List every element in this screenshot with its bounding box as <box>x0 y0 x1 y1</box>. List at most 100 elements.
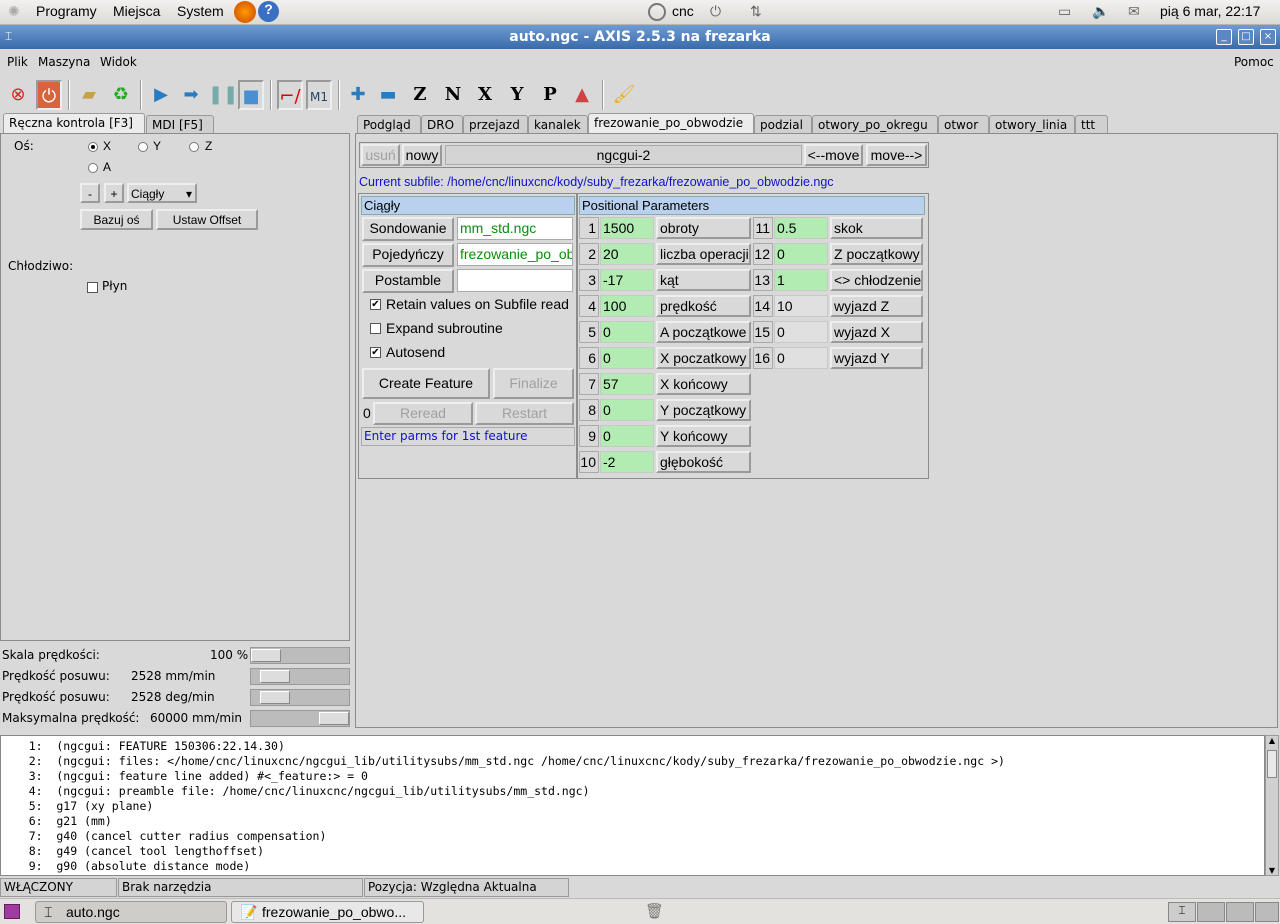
param-value-input[interactable]: -17 <box>600 269 654 291</box>
page-name-field[interactable]: ngcgui-2 <box>445 145 802 165</box>
finalize-button[interactable]: Finalize <box>493 368 574 399</box>
gcode-listing[interactable]: 1: (ngcgui: FEATURE 150306:22.14.30) 2: … <box>0 735 1265 876</box>
reload-icon[interactable]: ♻ <box>108 80 134 110</box>
workspace-3[interactable] <box>1226 902 1254 922</box>
code-scrollbar[interactable]: ▲ ▼ <box>1265 735 1279 876</box>
expand-subroutine-checkbox[interactable] <box>370 323 381 334</box>
angular-jog-slider[interactable] <box>250 689 350 706</box>
shutdown-icon[interactable]: ⏻ <box>710 3 721 20</box>
scroll-thumb[interactable] <box>1267 750 1277 778</box>
new-button[interactable]: nowy <box>402 144 442 166</box>
subfile-button[interactable]: Pojedyńczy <box>362 243 454 267</box>
optional-stop-icon[interactable]: M1 <box>306 80 332 110</box>
updates-icon[interactable]: ⇅ <box>750 3 762 20</box>
workspace-1[interactable]: ⌶ <box>1168 902 1196 922</box>
workspace-2[interactable] <box>1197 902 1225 922</box>
view-z-icon[interactable]: Z <box>407 80 433 110</box>
taskbar-item-editor[interactable]: 📝 frezowanie_po_obwo... <box>231 901 424 923</box>
flood-checkbox[interactable] <box>87 282 98 293</box>
param-value-input[interactable]: 0 <box>600 321 654 343</box>
estop-icon[interactable]: ⊗ <box>5 80 31 110</box>
param-value-input[interactable]: 0 <box>600 399 654 421</box>
step-icon[interactable]: ➡ <box>178 80 204 110</box>
restart-button[interactable]: Restart <box>475 402 574 425</box>
tab-przejazd[interactable]: przejazd <box>463 115 528 134</box>
menu-programy[interactable]: Programy <box>36 3 97 19</box>
pause-icon[interactable]: ❚❚ <box>208 80 238 110</box>
open-icon[interactable]: ▰ <box>76 80 102 110</box>
volume-icon[interactable]: 🔈 <box>1092 3 1109 20</box>
postamble-button[interactable]: Postamble <box>362 269 454 293</box>
touch-off-button[interactable]: Ustaw Offset <box>156 209 258 230</box>
param-value-input[interactable]: -2 <box>600 451 654 473</box>
help-icon[interactable]: ? <box>258 1 279 22</box>
power-icon[interactable]: ⏻ <box>36 80 62 110</box>
tab-otwory-po-okregu[interactable]: otwory_po_okregu <box>812 115 938 134</box>
param-value-input[interactable]: 1500 <box>600 217 654 239</box>
tab-podgl-d[interactable]: Podgląd <box>357 115 421 134</box>
tab-manual[interactable]: Ręczna kontrola [F3] <box>3 113 145 134</box>
show-desktop-icon[interactable] <box>4 904 20 919</box>
app-icon[interactable]: ⌶ <box>5 29 12 44</box>
clock[interactable]: pią 6 mar, 22:17 <box>1160 3 1260 19</box>
menu-maszyna[interactable]: Maszyna <box>38 55 90 69</box>
param-value-input[interactable]: 20 <box>600 243 654 265</box>
jog-speed-slider[interactable] <box>250 668 350 685</box>
preamble-file-input[interactable]: mm_std.ngc <box>457 217 573 240</box>
menu-widok[interactable]: Widok <box>100 55 137 69</box>
mail-icon[interactable]: ✉ <box>1128 3 1140 20</box>
jog-plus-button[interactable]: + <box>104 183 124 203</box>
param-value-input[interactable]: 10 <box>774 295 828 317</box>
maximize-button[interactable]: □ <box>1238 29 1254 45</box>
create-feature-button[interactable]: Create Feature <box>362 368 490 399</box>
jog-minus-button[interactable]: - <box>80 183 100 203</box>
tab-otwor[interactable]: otwor <box>938 115 989 134</box>
home-axis-button[interactable]: Bazuj oś <box>80 209 153 230</box>
view-z2-icon[interactable]: N <box>440 80 466 110</box>
scroll-down-icon[interactable]: ▼ <box>1266 866 1278 875</box>
param-value-input[interactable]: 0 <box>774 243 828 265</box>
param-value-input[interactable]: 57 <box>600 373 654 395</box>
menu-miejsca[interactable]: Miejsca <box>113 3 160 19</box>
tab-mdi[interactable]: MDI [F5] <box>146 115 214 134</box>
preamble-button[interactable]: Sondowanie <box>362 217 454 241</box>
stop-icon[interactable]: ■ <box>238 80 264 110</box>
view-x-icon[interactable]: X <box>472 80 498 110</box>
tab-frezowanie-po-obwodzie[interactable]: frezowanie_po_obwodzie <box>588 113 754 134</box>
reread-button[interactable]: Reread <box>373 402 473 425</box>
menu-plik[interactable]: Plik <box>7 55 28 69</box>
menu-pomoc[interactable]: Pomoc <box>1234 55 1274 69</box>
tab-otwory-linia[interactable]: otwory_linia <box>989 115 1075 134</box>
clear-icon[interactable]: 🖌 <box>611 80 637 110</box>
taskbar-item-axis[interactable]: ⌶ auto.ngc <box>35 901 227 923</box>
axis-z-radio[interactable] <box>189 142 199 152</box>
run-icon[interactable]: ▶ <box>148 80 174 110</box>
param-value-input[interactable]: 0 <box>600 425 654 447</box>
delete-button[interactable]: usuń <box>361 144 400 166</box>
param-value-input[interactable]: 0 <box>600 347 654 369</box>
max-velocity-slider[interactable] <box>250 710 350 727</box>
slider-thumb[interactable] <box>319 712 349 725</box>
zoom-out-icon[interactable]: ▬ <box>375 80 401 110</box>
slider-thumb[interactable] <box>251 649 281 662</box>
axis-x-radio[interactable] <box>88 142 98 152</box>
param-value-input[interactable]: 1 <box>774 269 828 291</box>
move-left-button[interactable]: <--move <box>804 144 863 166</box>
rotate-icon[interactable]: ▲ <box>569 80 595 110</box>
tab-kanalek[interactable]: kanalek <box>528 115 588 134</box>
menu-system[interactable]: System <box>177 3 224 19</box>
zoom-in-icon[interactable]: ✚ <box>345 80 371 110</box>
slider-thumb[interactable] <box>259 670 290 683</box>
view-y-icon[interactable]: Y <box>504 80 530 110</box>
axis-a-radio[interactable] <box>88 163 98 173</box>
feed-override-slider[interactable] <box>250 647 350 664</box>
retain-values-checkbox[interactable]: ✔ <box>370 299 381 310</box>
slider-thumb[interactable] <box>259 691 290 704</box>
param-value-input[interactable]: 0 <box>774 347 828 369</box>
minimize-button[interactable]: _ <box>1216 29 1232 45</box>
display-icon[interactable]: ▭ <box>1058 3 1071 20</box>
block-delete-icon[interactable]: ⌐/ <box>277 80 303 110</box>
param-value-input[interactable]: 0.5 <box>774 217 828 239</box>
tab-dro[interactable]: DRO <box>421 115 463 134</box>
tab-podzial[interactable]: podzial <box>754 115 812 134</box>
